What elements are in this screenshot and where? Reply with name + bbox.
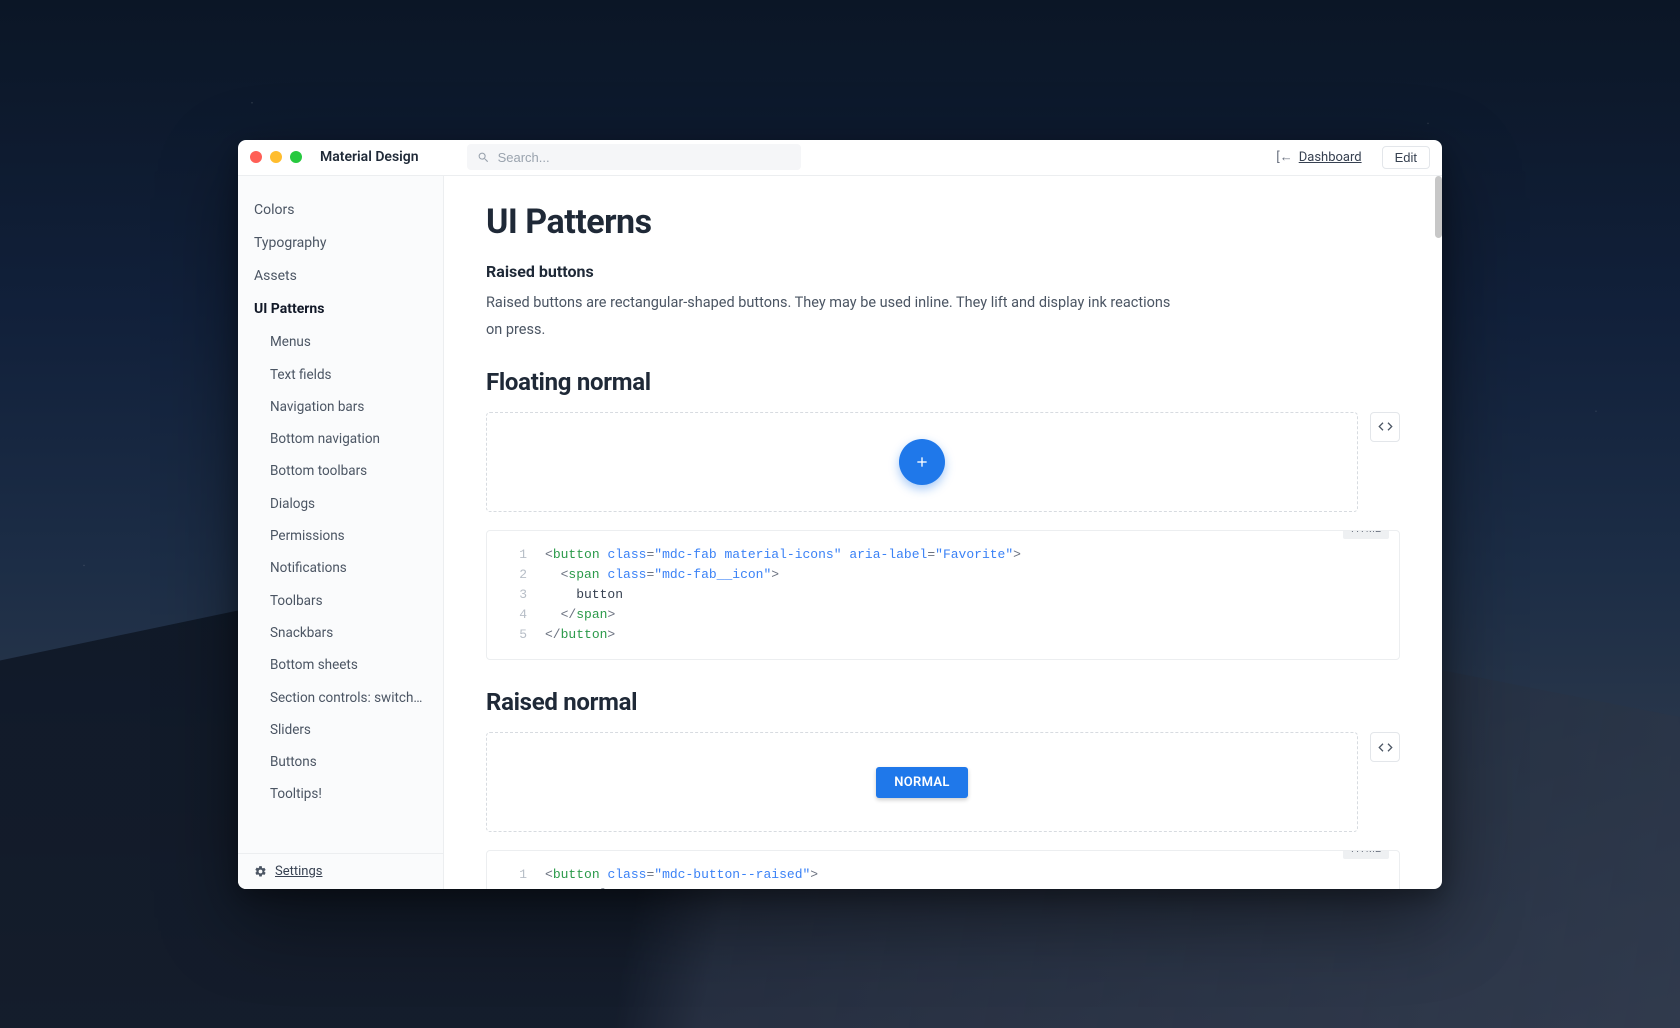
line-number: 1 (503, 545, 527, 565)
sidebar-subitem[interactable]: Sliders (238, 714, 443, 746)
sidebar-subitem[interactable]: Toolbars (238, 585, 443, 617)
code-toggle-button[interactable] (1370, 732, 1400, 762)
sidebar-subitem[interactable]: Buttons (238, 746, 443, 778)
example-heading-raised: Raised normal (486, 688, 1400, 716)
sidebar-item-assets[interactable]: Assets (238, 260, 443, 293)
edit-button[interactable]: Edit (1382, 146, 1430, 169)
sidebar-subitem[interactable]: Text fields (238, 359, 443, 391)
plus-icon (914, 454, 930, 470)
code-line: 3 button (503, 585, 1383, 605)
sidebar-subitem[interactable]: Navigation bars (238, 391, 443, 423)
raised-normal-button[interactable]: NORMAL (876, 767, 967, 798)
code-block-floating: HTML 1<button class="mdc-fab material-ic… (486, 530, 1400, 661)
intro-text: Raised buttons are rectangular-shaped bu… (486, 289, 1186, 344)
sidebar-item-ui-patterns[interactable]: UI Patterns (238, 293, 443, 326)
sidebar-nav: ColorsTypographyAssetsUI PatternsMenusTe… (238, 194, 443, 853)
app-window: Material Design [← Dashboard Edit Colors… (238, 140, 1442, 889)
intro-heading: Raised buttons (486, 262, 1400, 281)
code-toggle-button[interactable] (1370, 412, 1400, 442)
search-input[interactable] (498, 150, 791, 165)
sidebar-subitem[interactable]: Snackbars (238, 617, 443, 649)
line-number: 5 (503, 625, 527, 645)
back-arrow-icon: [← (1276, 149, 1292, 165)
dashboard-link-label: Dashboard (1299, 150, 1362, 165)
code-icon (1378, 419, 1393, 434)
page-title: UI Patterns (486, 202, 1400, 242)
sidebar-settings[interactable]: Settings (238, 853, 443, 889)
line-number: 1 (503, 865, 527, 885)
code-line: 1<button class="mdc-button--raised"> (503, 865, 1383, 885)
sidebar-item-colors[interactable]: Colors (238, 194, 443, 227)
minimize-window-icon[interactable] (270, 151, 282, 163)
line-number: 2 (503, 565, 527, 585)
code-line: 2 Normal (503, 885, 1383, 888)
sidebar-subitem[interactable]: Dialogs (238, 488, 443, 520)
sidebar-subitem[interactable]: Menus (238, 326, 443, 358)
sidebar-subitem[interactable]: Notifications (238, 552, 443, 584)
sidebar: ColorsTypographyAssetsUI PatternsMenusTe… (238, 176, 444, 889)
sidebar-subitem[interactable]: Bottom navigation (238, 423, 443, 455)
example-row (486, 412, 1400, 512)
example-preview-floating (486, 412, 1358, 512)
lang-badge: HTML (1343, 530, 1389, 539)
app-title: Material Design (320, 149, 419, 165)
settings-label: Settings (275, 864, 322, 879)
example-row: NORMAL (486, 732, 1400, 832)
example-preview-raised: NORMAL (486, 732, 1358, 832)
scrollbar-thumb[interactable] (1435, 176, 1442, 238)
sidebar-subitem[interactable]: Bottom toolbars (238, 455, 443, 487)
line-number: 3 (503, 585, 527, 605)
close-window-icon[interactable] (250, 151, 262, 163)
main-content: UI Patterns Raised buttons Raised button… (444, 176, 1442, 889)
window-controls (250, 151, 302, 163)
code-icon (1378, 740, 1393, 755)
sidebar-subitem[interactable]: Section controls: switches ... (238, 682, 443, 714)
code-line: 2 <span class="mdc-fab__icon"> (503, 565, 1383, 585)
gear-icon (254, 865, 267, 878)
line-number: 4 (503, 605, 527, 625)
titlebar: Material Design [← Dashboard Edit (238, 140, 1442, 176)
dashboard-link[interactable]: [← Dashboard (1276, 149, 1361, 165)
sidebar-subitem[interactable]: Bottom sheets (238, 649, 443, 681)
sidebar-subitem[interactable]: Permissions (238, 520, 443, 552)
fab-button[interactable] (899, 439, 945, 485)
code-block-raised: HTML 1<button class="mdc-button--raised"… (486, 850, 1400, 888)
sidebar-subitem[interactable]: Tooltips! (238, 778, 443, 810)
code-line: 4 </span> (503, 605, 1383, 625)
search-icon (477, 151, 490, 164)
maximize-window-icon[interactable] (290, 151, 302, 163)
lang-badge: HTML (1343, 850, 1389, 859)
search-field[interactable] (467, 144, 801, 170)
sidebar-item-typography[interactable]: Typography (238, 227, 443, 260)
example-heading-floating: Floating normal (486, 368, 1400, 396)
code-line: 5</button> (503, 625, 1383, 645)
code-line: 1<button class="mdc-fab material-icons" … (503, 545, 1383, 565)
line-number: 2 (503, 885, 527, 888)
